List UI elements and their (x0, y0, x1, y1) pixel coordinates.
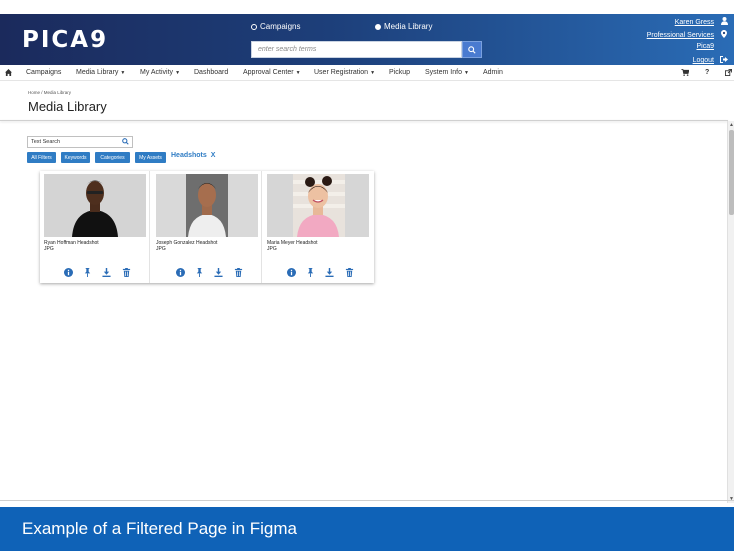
asset-thumbnail[interactable] (156, 174, 258, 237)
download-icon[interactable] (325, 268, 334, 277)
text-search-input[interactable]: Text Search (27, 136, 133, 148)
my-assets-button[interactable]: My Assets (135, 152, 166, 163)
pin-icon[interactable] (83, 268, 92, 277)
active-filter-tag: Headshots X (171, 152, 216, 159)
nav-campaigns[interactable]: Campaigns (26, 69, 61, 76)
nav-approval-center[interactable]: Approval Center ▼ (243, 69, 301, 76)
user-menu: Karen Gress Professional Services Pica9 … (647, 17, 728, 66)
asset-file-type: JPG (156, 246, 166, 252)
search-button[interactable] (462, 41, 482, 58)
external-window-icon[interactable] (725, 69, 732, 78)
vertical-scrollbar[interactable]: ▲ ▼ (727, 121, 734, 503)
asset-actions (287, 268, 357, 278)
radio-icon (251, 23, 257, 30)
chevron-down-icon: ▼ (463, 70, 469, 76)
download-icon[interactable] (214, 268, 223, 277)
download-icon[interactable] (102, 268, 111, 277)
info-icon[interactable] (64, 268, 73, 277)
remove-filter-button[interactable]: X (211, 152, 216, 159)
cart-icon[interactable] (681, 68, 690, 78)
all-filters-button[interactable]: All Filters (27, 152, 56, 163)
asset-file-type: JPG (44, 246, 54, 252)
page: PICA9 Campaigns Media Library enter sear… (0, 0, 734, 551)
nav-my-activity[interactable]: My Activity ▼ (140, 69, 180, 76)
app-header: PICA9 Campaigns Media Library enter sear… (0, 14, 734, 65)
radio-media-library[interactable]: Media Library (375, 22, 432, 31)
main-nav: Campaigns Media Library ▼ My Activity ▼ Da… (0, 65, 734, 81)
trash-icon[interactable] (345, 268, 354, 277)
nav-admin[interactable]: Admin (483, 69, 503, 76)
scroll-down-arrow-icon[interactable]: ▼ (728, 496, 734, 502)
asset-card[interactable]: Joseph Gonzalez Headshot JPG (152, 171, 262, 283)
pin-icon[interactable] (195, 268, 204, 277)
chevron-down-icon: ▼ (120, 70, 126, 76)
trash-icon[interactable] (234, 268, 243, 277)
page-title: Media Library (28, 99, 107, 114)
org-link[interactable]: Pica9 (696, 41, 714, 52)
home-icon[interactable] (5, 69, 12, 78)
user-name-link[interactable]: Karen Gress (675, 17, 714, 28)
breadcrumb[interactable]: Home / Media Library (28, 90, 71, 95)
location-pin-icon (720, 30, 728, 41)
nav-system-info[interactable]: System Info ▼ (425, 69, 469, 76)
categories-button[interactable]: Categories (95, 152, 130, 163)
info-icon[interactable] (176, 268, 185, 277)
keywords-button[interactable]: Keywords (61, 152, 90, 163)
department-link[interactable]: Professional Services (647, 30, 714, 41)
nav-media-library[interactable]: Media Library ▼ (76, 69, 125, 76)
scrollbar-thumb[interactable] (729, 130, 734, 215)
asset-grid: Ryan Hoffman Headshot JPG Joseph Gonzale… (40, 171, 374, 283)
asset-thumbnail[interactable] (267, 174, 369, 237)
asset-file-type: JPG (267, 246, 277, 252)
asset-thumbnail[interactable] (44, 174, 146, 237)
divider (0, 500, 734, 501)
scroll-up-arrow-icon[interactable]: ▲ (728, 122, 734, 128)
nav-pickup[interactable]: Pickup (389, 69, 410, 76)
search-icon[interactable] (122, 138, 129, 147)
info-icon[interactable] (287, 268, 296, 277)
caption-banner: Example of a Filtered Page in Figma (0, 507, 734, 551)
radio-campaigns[interactable]: Campaigns (251, 22, 300, 31)
asset-card[interactable]: Maria Meyer Headshot JPG (263, 171, 373, 283)
global-search-input[interactable]: enter search terms (251, 41, 462, 58)
pin-icon[interactable] (306, 268, 315, 277)
trash-icon[interactable] (122, 268, 131, 277)
pica9-logo[interactable]: PICA9 (22, 27, 108, 53)
nav-user-registration[interactable]: User Registration ▼ (314, 69, 375, 76)
user-icon (720, 17, 728, 28)
search-icon (468, 45, 476, 54)
nav-dashboard[interactable]: Dashboard (194, 69, 228, 76)
caption-text: Example of a Filtered Page in Figma (22, 519, 297, 538)
search-scope-radio-group: Campaigns Media Library (251, 22, 491, 36)
radio-selected-icon (375, 23, 381, 30)
chevron-down-icon: ▼ (370, 70, 376, 76)
chevron-down-icon: ▼ (175, 70, 181, 76)
asset-card[interactable]: Ryan Hoffman Headshot JPG (40, 171, 150, 283)
help-icon[interactable]: ? (705, 69, 709, 76)
chevron-down-icon: ▼ (295, 70, 301, 76)
divider (0, 120, 728, 121)
asset-actions (64, 268, 134, 278)
asset-actions (176, 268, 246, 278)
